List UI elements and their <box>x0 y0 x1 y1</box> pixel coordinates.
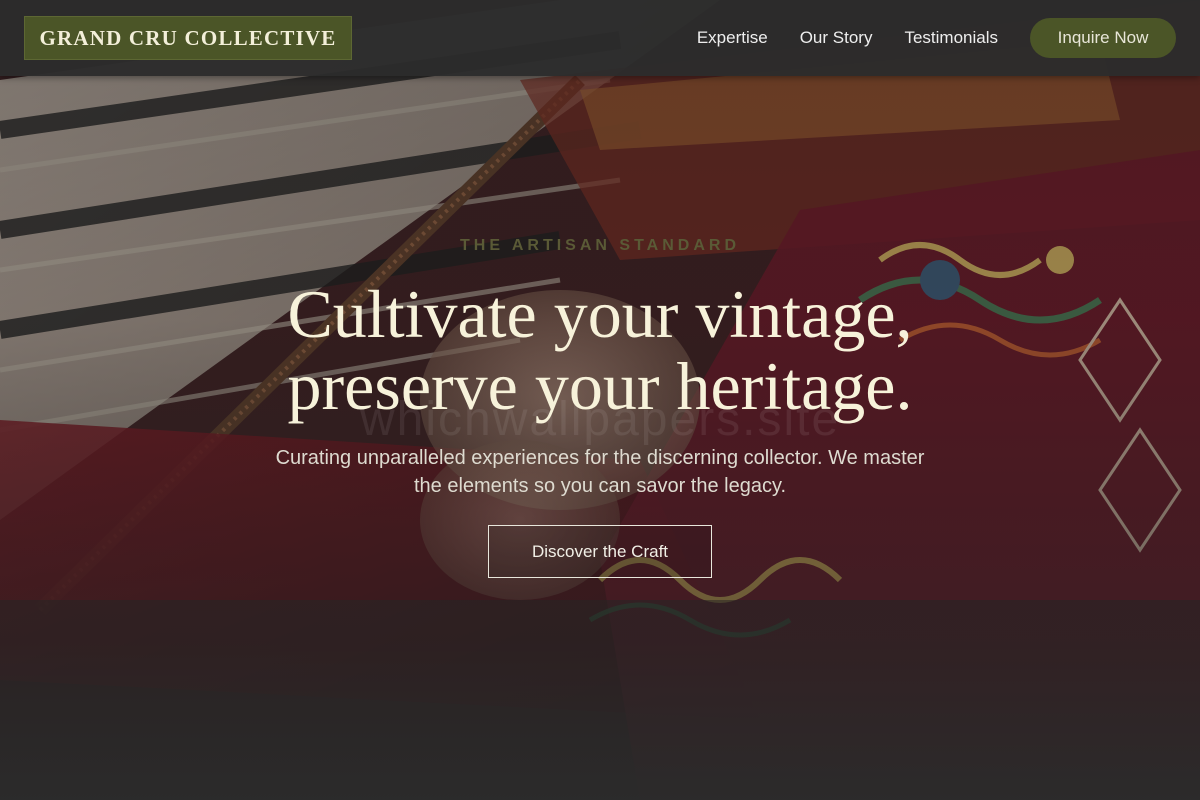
inquire-now-button[interactable]: Inquire Now <box>1030 18 1176 58</box>
hero-subtitle: Curating unparalleled experiences for th… <box>275 447 925 497</box>
nav-link-testimonials[interactable]: Testimonials <box>904 28 998 48</box>
headline-line-2: preserve your heritage. <box>287 348 913 424</box>
hero-headline: Cultivate your vintage, preserve your he… <box>0 278 1200 422</box>
discover-the-craft-button[interactable]: Discover the Craft <box>488 525 712 578</box>
main-nav: Expertise Our Story Testimonials Inquire… <box>697 18 1176 58</box>
hero-content: THE ARTISAN STANDARD whichwallpapers.sit… <box>0 0 1200 800</box>
brand-logo[interactable]: GRAND CRU COLLECTIVE <box>24 16 352 60</box>
nav-link-expertise[interactable]: Expertise <box>697 28 768 48</box>
headline-line-1: Cultivate your vintage, <box>287 276 913 352</box>
hero-eyebrow: THE ARTISAN STANDARD <box>460 237 740 254</box>
nav-link-our-story[interactable]: Our Story <box>800 28 873 48</box>
site-header: GRAND CRU COLLECTIVE Expertise Our Story… <box>0 0 1200 76</box>
